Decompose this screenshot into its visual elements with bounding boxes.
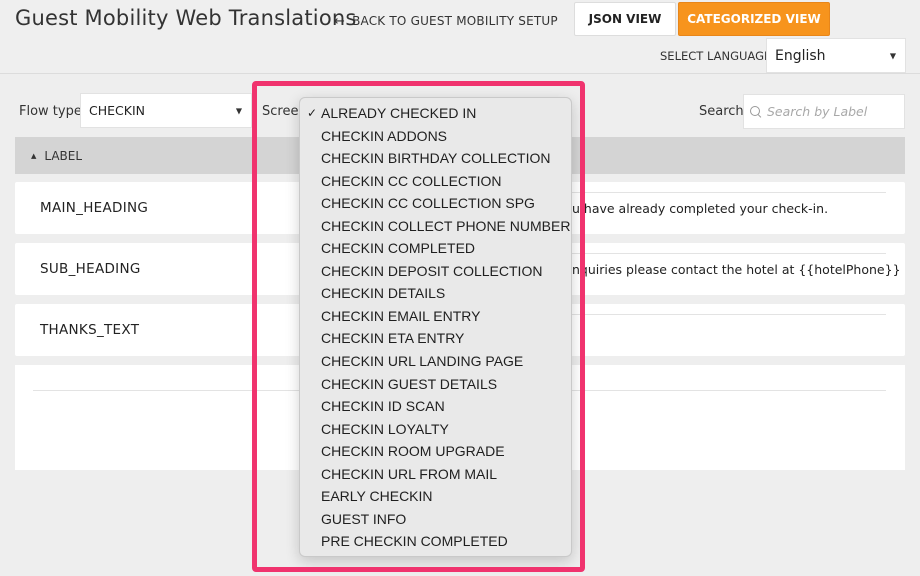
screen-option-label: CHECKIN DETAILS <box>321 285 446 302</box>
row-value[interactable]: nquiries please contact the hotel at {{h… <box>572 262 901 277</box>
back-link-label: BACK TO GUEST MOBILITY SETUP <box>352 14 558 28</box>
screen-option[interactable]: CHECKIN ETA ENTRY <box>300 327 571 350</box>
sort-up-icon: ▲ <box>31 152 37 160</box>
row-label: SUB_HEADING <box>40 261 141 277</box>
json-view-button[interactable]: JSON VIEW <box>574 2 676 36</box>
divider <box>572 253 886 254</box>
screen-label: Screen <box>262 104 300 119</box>
row-label: MAIN_HEADING <box>40 200 149 216</box>
screen-option-label: EARLY CHECKIN <box>321 488 433 505</box>
screen-option-label: CHECKIN LOYALTY <box>321 420 449 437</box>
screen-option-label: CHECKIN ADDONS <box>321 127 448 144</box>
screen-option-label: GUEST INFO <box>321 510 407 527</box>
divider <box>572 314 886 315</box>
screen-option-label: CHECKIN COLLECT PHONE NUMBER <box>321 217 571 234</box>
label-column-header[interactable]: ▲ LABEL <box>31 149 82 163</box>
screen-option[interactable]: CHECKIN EMAIL ENTRY <box>300 305 571 328</box>
arrow-left-icon: ← <box>334 13 346 29</box>
screen-option-label: ALREADY CHECKED IN <box>321 105 477 121</box>
screen-option[interactable]: CHECKIN URL LANDING PAGE <box>300 350 571 373</box>
search-icon <box>750 105 762 118</box>
screen-option[interactable]: CHECKIN URL FROM MAIL <box>300 463 571 486</box>
screen-option[interactable]: CHECKIN DETAILS <box>300 282 571 305</box>
screen-option-label: CHECKIN BIRTHDAY COLLECTION <box>321 150 551 167</box>
checkmark-icon: ✓ <box>307 106 318 120</box>
flow-type-select[interactable]: CHECKIN ▼ <box>80 93 252 128</box>
screen-option[interactable]: CHECKIN CC COLLECTION <box>300 170 571 193</box>
screen-option-label: CHECKIN EMAIL ENTRY <box>321 307 481 324</box>
screen-option[interactable]: CHECKIN ID SCAN <box>300 395 571 418</box>
screen-option[interactable]: PRE CHECKIN COMPLETED <box>300 530 571 553</box>
flow-type-label: Flow type <box>19 104 82 119</box>
screen-option[interactable]: CHECKIN CC COLLECTION SPG <box>300 192 571 215</box>
screen-option-label: CHECKIN ROOM UPGRADE <box>321 443 505 460</box>
screen-option[interactable]: CHECKIN BIRTHDAY COLLECTION <box>300 147 571 170</box>
language-label: SELECT LANGUAGE <box>660 49 772 63</box>
row-value[interactable]: u have already completed your check-in. <box>572 201 828 216</box>
search-input[interactable] <box>767 104 902 119</box>
screen-option-label: CHECKIN GUEST DETAILS <box>321 375 498 392</box>
caret-down-icon: ▼ <box>889 51 896 60</box>
screen-option[interactable]: CHECKIN DEPOSIT COLLECTION <box>300 260 571 283</box>
screen-option-label: CHECKIN URL LANDING PAGE <box>321 353 524 370</box>
label-column-title: LABEL <box>44 149 83 163</box>
row-label: THANKS_TEXT <box>40 322 140 338</box>
language-select[interactable]: English ▼ <box>766 38 906 73</box>
screen-option-label: CHECKIN ETA ENTRY <box>321 330 465 347</box>
screen-option-label: CHECKIN COMPLETED <box>321 240 476 257</box>
screen-option[interactable]: CHECKIN GUEST DETAILS <box>300 373 571 396</box>
screen-option-label: CHECKIN ID SCAN <box>321 398 445 415</box>
search-label: Search <box>699 104 744 119</box>
caret-down-icon: ▼ <box>235 106 242 115</box>
divider <box>572 192 886 193</box>
language-value: English <box>775 47 826 64</box>
screen-option[interactable]: GUEST INFO <box>300 508 571 531</box>
screen-option-label: CHECKIN CC COLLECTION <box>321 172 502 189</box>
screen-option[interactable]: CHECKIN COLLECT PHONE NUMBER <box>300 215 571 238</box>
screen-option[interactable]: ✓ ALREADY CHECKED IN <box>300 102 571 125</box>
screen-option[interactable]: CHECKIN LOYALTY <box>300 418 571 441</box>
screen-option-label: PRE CHECKIN COMPLETED <box>321 533 508 550</box>
screen-option-label: CHECKIN URL FROM MAIL <box>321 465 498 482</box>
screen-option[interactable]: CHECKIN ADDONS <box>300 125 571 148</box>
screen-option[interactable]: EARLY CHECKIN <box>300 485 571 508</box>
screen-dropdown-menu[interactable]: ✓ ALREADY CHECKED IN CHECKIN ADDONS CHECKIN… <box>299 97 572 557</box>
screen-option[interactable]: CHECKIN ROOM UPGRADE <box>300 440 571 463</box>
search-box[interactable] <box>743 94 905 129</box>
top-bar: Guest Mobility Web Translations ← BACK T… <box>0 0 920 74</box>
flow-type-value: CHECKIN <box>89 103 145 118</box>
screen-option-label: CHECKIN CC COLLECTION SPG <box>321 195 535 212</box>
screen-option[interactable]: CHECKIN COMPLETED <box>300 237 571 260</box>
categorized-view-button[interactable]: CATEGORIZED VIEW <box>678 2 830 36</box>
screen-option-label: CHECKIN DEPOSIT COLLECTION <box>321 262 543 279</box>
page-title: Guest Mobility Web Translations <box>15 6 357 30</box>
back-to-setup-link[interactable]: ← BACK TO GUEST MOBILITY SETUP <box>334 13 558 29</box>
